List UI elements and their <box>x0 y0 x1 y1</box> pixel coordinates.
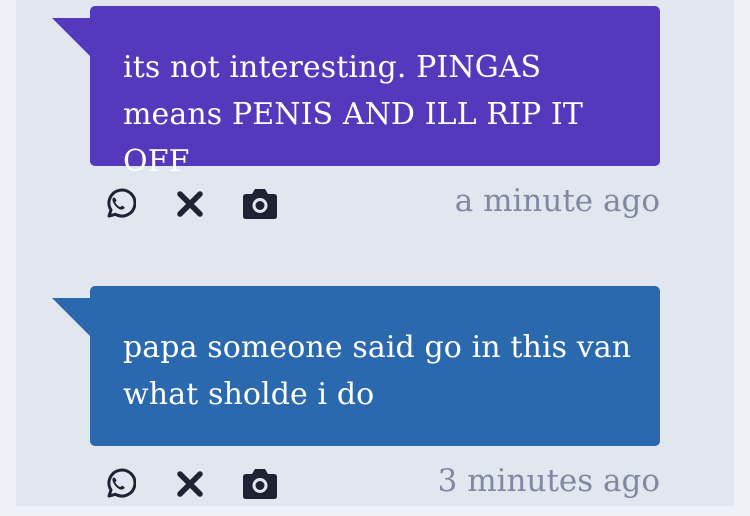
message-text: its not interesting. PINGAS means PENIS … <box>123 50 583 179</box>
whatsapp-share-button[interactable] <box>99 466 137 502</box>
close-icon <box>177 191 203 217</box>
message-timestamp: a minute ago <box>454 183 660 219</box>
whatsapp-icon <box>107 188 136 218</box>
camera-icon <box>243 189 277 219</box>
message-card: papa someone said go in this van what sh… <box>52 286 660 516</box>
camera-icon <box>243 469 277 499</box>
message-text: papa someone said go in this van what sh… <box>123 330 632 412</box>
screenshot-button[interactable] <box>241 466 279 502</box>
page-edge <box>734 0 750 506</box>
whatsapp-icon <box>107 468 136 498</box>
delete-button[interactable] <box>171 186 209 222</box>
message-card: its not interesting. PINGAS means PENIS … <box>52 6 660 236</box>
screenshot-button[interactable] <box>241 186 279 222</box>
close-icon <box>177 471 203 497</box>
message-bubble: its not interesting. PINGAS means PENIS … <box>52 6 660 179</box>
message-timestamp: 3 minutes ago <box>437 463 660 499</box>
delete-button[interactable] <box>171 466 209 502</box>
message-bubble: papa someone said go in this van what sh… <box>52 286 660 446</box>
message-actions: a minute ago <box>90 166 660 236</box>
whatsapp-share-button[interactable] <box>99 186 137 222</box>
bubble-tail <box>52 18 92 58</box>
bubble-tail <box>52 298 92 338</box>
